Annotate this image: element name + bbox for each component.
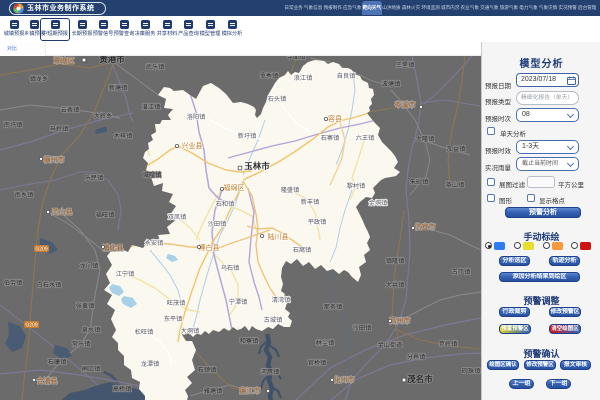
svg-text:石康镇: 石康镇 — [48, 358, 67, 366]
svg-text:波塘镇: 波塘镇 — [382, 80, 401, 88]
svg-text:新丰镇: 新丰镇 — [301, 198, 320, 206]
svg-text:龙门镇: 龙门镇 — [80, 262, 99, 270]
svg-text:新塘镇: 新塘镇 — [109, 84, 128, 92]
svg-text:廉江市: 廉江市 — [240, 386, 261, 395]
svg-text:常乐镇: 常乐镇 — [72, 340, 91, 348]
svg-text:古丁镇: 古丁镇 — [452, 268, 471, 276]
svg-text:官桥镇: 官桥镇 — [308, 359, 327, 367]
svg-text:石寨镇: 石寨镇 — [321, 134, 340, 142]
svg-text:石头镇: 石头镇 — [268, 95, 287, 103]
svg-text:博白县: 博白县 — [199, 243, 220, 252]
svg-text:石和镇: 石和镇 — [216, 200, 235, 208]
svg-text:福旺镇: 福旺镇 — [96, 211, 115, 219]
svg-text:城隍镇: 城隍镇 — [143, 171, 162, 179]
svg-text:金垌镇: 金垌镇 — [369, 199, 388, 207]
svg-text:白石水镇: 白石水镇 — [37, 281, 62, 289]
svg-text:分界镇: 分界镇 — [407, 353, 426, 361]
svg-text:双凤镇: 双凤镇 — [168, 213, 187, 221]
svg-text:和寮镇: 和寮镇 — [240, 337, 259, 345]
svg-text:湛江镇: 湛江镇 — [142, 103, 161, 111]
svg-text:罗秀镇: 罗秀镇 — [260, 72, 279, 80]
svg-text:清湾镇: 清湾镇 — [272, 296, 291, 304]
svg-text:笕岭镇: 笕岭镇 — [439, 340, 458, 348]
svg-text:石窝镇: 石窝镇 — [293, 246, 312, 254]
svg-text:古城镇: 古城镇 — [264, 316, 283, 324]
svg-text:G209: G209 — [35, 247, 47, 253]
svg-text:大岭乡: 大岭乡 — [94, 112, 113, 120]
svg-text:张黄镇: 张黄镇 — [76, 302, 95, 310]
svg-text:陆川县: 陆川县 — [268, 232, 289, 241]
svg-text:乐民镇: 乐民镇 — [85, 174, 104, 182]
svg-text:浦北县: 浦北县 — [103, 243, 124, 252]
svg-text:大隆镇: 大隆镇 — [416, 135, 435, 143]
svg-text:茂名市: 茂名市 — [406, 374, 433, 384]
svg-text:加益镇: 加益镇 — [447, 145, 466, 153]
svg-text:容县: 容县 — [328, 114, 342, 123]
svg-text:朱砂镇: 朱砂镇 — [410, 178, 429, 186]
svg-text:三堡镇: 三堡镇 — [396, 61, 415, 69]
svg-text:南圩镇: 南圩镇 — [4, 121, 23, 129]
svg-text:岑溪市: 岑溪市 — [395, 100, 416, 109]
svg-text:浪江镇: 浪江镇 — [294, 74, 313, 82]
svg-text:覃塘区: 覃塘区 — [54, 56, 75, 65]
svg-text:灵山县: 灵山县 — [52, 207, 73, 216]
svg-text:河唇镇: 河唇镇 — [261, 368, 280, 376]
svg-text:兴业县: 兴业县 — [182, 141, 203, 150]
svg-text:大垌镇: 大垌镇 — [181, 327, 200, 335]
svg-text:马岭镇: 马岭镇 — [50, 125, 69, 133]
svg-text:江宁镇: 江宁镇 — [116, 270, 135, 278]
svg-text:六王镇: 六王镇 — [356, 134, 375, 142]
svg-text:贵港市: 贵港市 — [99, 56, 125, 64]
svg-text:黎村镇: 黎村镇 — [347, 182, 366, 190]
svg-text:南乡镇: 南乡镇 — [15, 191, 34, 199]
svg-text:信宜市: 信宜市 — [415, 222, 436, 231]
svg-text:寺面镇: 寺面镇 — [287, 56, 306, 61]
svg-text:砚珠镇: 砚珠镇 — [462, 367, 481, 375]
svg-text:武乐镇: 武乐镇 — [146, 63, 165, 71]
svg-text:木梓镇: 木梓镇 — [114, 132, 133, 140]
svg-text:沙田镇: 沙田镇 — [353, 324, 372, 332]
svg-text:沙田镇: 沙田镇 — [208, 220, 227, 228]
svg-text:福绵区: 福绵区 — [224, 183, 245, 192]
svg-text:云表镇: 云表镇 — [61, 106, 80, 114]
svg-text:石颈镇: 石颈镇 — [198, 366, 217, 374]
svg-text:化州市: 化州市 — [334, 375, 355, 384]
svg-text:闸口镇: 闸口镇 — [82, 365, 101, 373]
svg-text:松旺镇: 松旺镇 — [135, 328, 154, 336]
svg-text:龙潭镇: 龙潭镇 — [141, 360, 160, 368]
svg-text:林尘镇: 林尘镇 — [316, 339, 335, 347]
svg-text:金山街道: 金山街道 — [378, 341, 403, 349]
svg-text:永安镇: 永安镇 — [145, 239, 164, 247]
svg-text:新圩镇: 新圩镇 — [238, 132, 257, 140]
svg-text:高桥镇: 高桥镇 — [113, 385, 132, 393]
svg-text:洛阳镇: 洛阳镇 — [187, 113, 206, 121]
svg-text:镇隆镇: 镇隆镇 — [386, 257, 405, 265]
svg-text:G209: G209 — [25, 323, 37, 329]
svg-text:横州市: 横州市 — [44, 155, 65, 164]
svg-text:雅塘镇: 雅塘镇 — [204, 387, 223, 395]
svg-text:旺茂镇: 旺茂镇 — [167, 299, 186, 307]
svg-text:自良镇: 自良镇 — [337, 72, 356, 80]
svg-text:隆盛镇: 隆盛镇 — [281, 186, 300, 194]
svg-text:泉水镇: 泉水镇 — [82, 326, 101, 334]
svg-text:东平镇: 东平镇 — [164, 315, 183, 323]
svg-text:高州市: 高州市 — [390, 316, 411, 325]
svg-text:那务镇: 那务镇 — [324, 303, 343, 311]
svg-text:平政镇: 平政镇 — [308, 218, 327, 226]
svg-text:乌石镇: 乌石镇 — [221, 264, 240, 272]
svg-text:伯劳镇: 伯劳镇 — [4, 279, 23, 287]
svg-text:镇龙乡: 镇龙乡 — [30, 75, 49, 83]
svg-text:合浦县: 合浦县 — [37, 376, 58, 385]
svg-text:宁潭镇: 宁潭镇 — [229, 298, 248, 306]
svg-text:茶山镇: 茶山镇 — [446, 181, 465, 189]
svg-text:玉林市: 玉林市 — [244, 161, 270, 171]
svg-text:大井镇: 大井镇 — [386, 281, 405, 289]
